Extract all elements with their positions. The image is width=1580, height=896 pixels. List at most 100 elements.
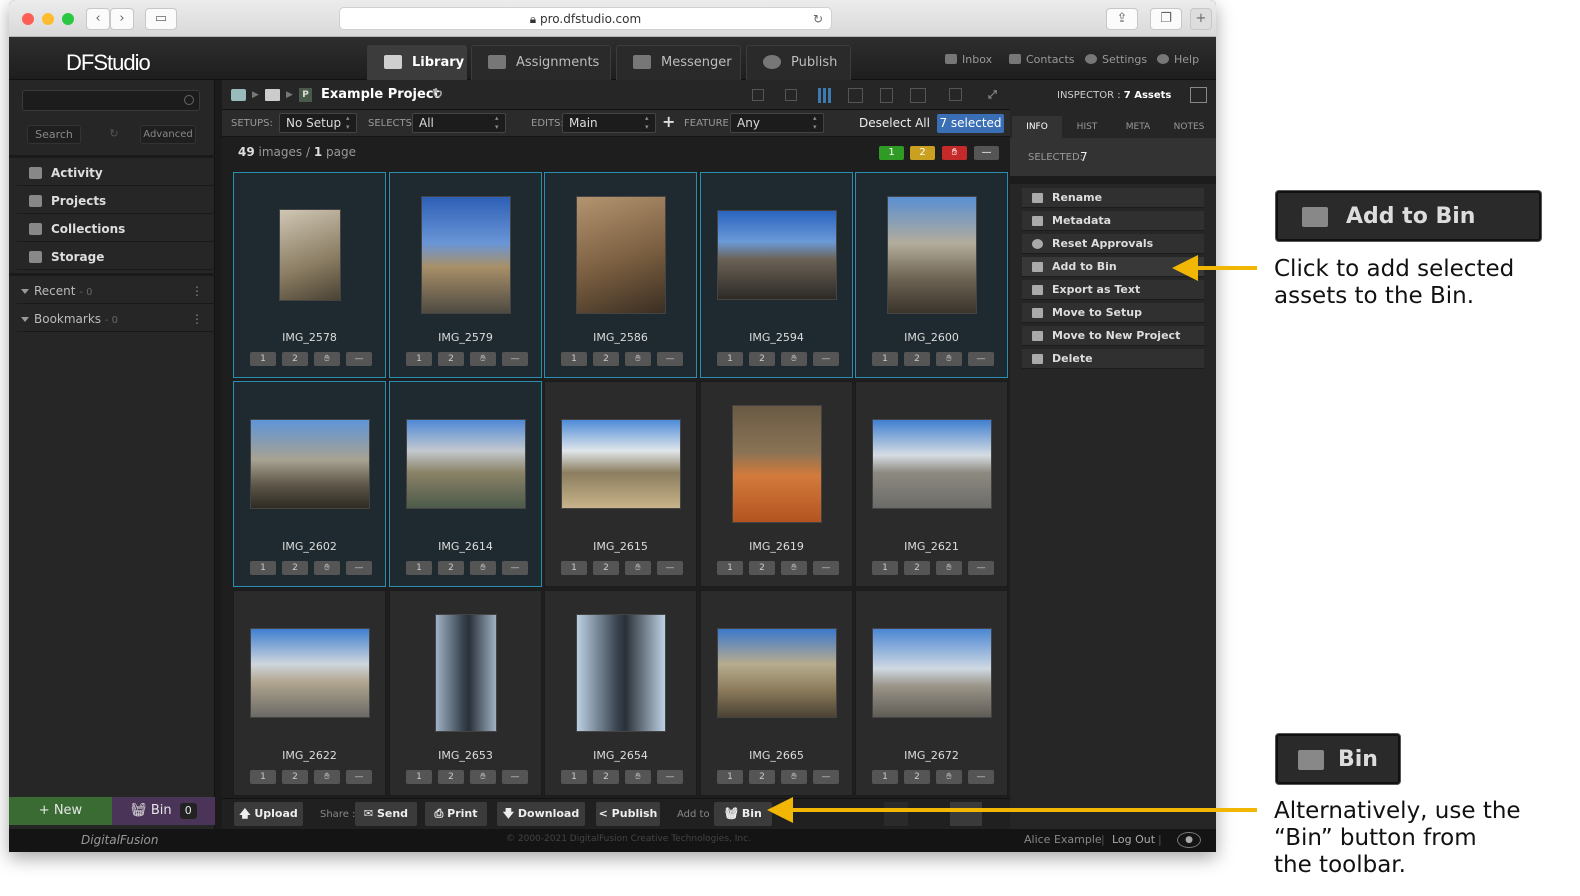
image-cell[interactable]: IMG_2579 1 2 ✋︎ —	[389, 172, 542, 378]
reject-icon[interactable]: ✋︎	[781, 770, 807, 784]
reset-icon[interactable]: ↻	[105, 125, 123, 144]
rename-action[interactable]: Rename	[1022, 188, 1204, 208]
user-name[interactable]: Alice Example	[1024, 833, 1102, 846]
image-cell[interactable]: IMG_2653 1 2 ✋︎ —	[389, 590, 542, 796]
image-cell[interactable]: IMG_2619 1 2 ✋︎ —	[700, 381, 853, 587]
detail-view-icon[interactable]	[785, 89, 797, 101]
large-grid-icon[interactable]	[848, 88, 863, 103]
folder-icon[interactable]	[265, 89, 280, 101]
edits-select[interactable]: Main	[562, 113, 656, 133]
download-button[interactable]: 🡇 Download	[497, 802, 585, 826]
image-thumbnail[interactable]	[716, 628, 837, 718]
sidebar-bin-button[interactable]: 🧺︎ Bin 0	[112, 797, 215, 825]
add-edit-icon[interactable]: +	[662, 112, 675, 131]
reject-icon[interactable]: ✋︎	[936, 770, 962, 784]
sidebar-item-storage[interactable]: Storage	[17, 244, 215, 270]
clear-rating-button[interactable]: —	[346, 561, 372, 575]
clear-rating-button[interactable]: —	[968, 352, 994, 366]
rating-1-button[interactable]: 1	[717, 770, 743, 784]
back-button[interactable]: ‹	[86, 8, 110, 30]
contacts-link[interactable]: Contacts	[1009, 53, 1075, 66]
zoom-window-button[interactable]	[62, 13, 74, 25]
rating-2-button[interactable]: 2	[593, 770, 619, 784]
rating-1-button[interactable]: 1	[717, 352, 743, 366]
print-button[interactable]: ⎙ Print	[425, 802, 487, 826]
rating-1-button[interactable]: 1	[561, 561, 587, 575]
reject-icon[interactable]: ✋︎	[625, 561, 651, 575]
rating-2-button[interactable]: 2	[904, 352, 930, 366]
filter-flag-2[interactable]: 2	[910, 146, 935, 160]
tab-assignments[interactable]: Assignments	[471, 45, 611, 80]
sidebar-item-projects[interactable]: Projects	[17, 188, 215, 214]
page-number-button[interactable]	[950, 802, 982, 826]
tab-notes[interactable]: NOTES	[1164, 116, 1214, 138]
share-icon[interactable]: ⇪	[1106, 8, 1138, 30]
rating-1-button[interactable]: 1	[717, 561, 743, 575]
clear-rating-button[interactable]: —	[502, 561, 528, 575]
export-as-text-action[interactable]: Export as Text	[1022, 280, 1204, 300]
image-thumbnail[interactable]	[575, 196, 666, 314]
image-cell[interactable]: IMG_2654 1 2 ✋︎ —	[544, 590, 697, 796]
single-view-icon[interactable]	[880, 88, 893, 103]
rating-2-button[interactable]: 2	[904, 770, 930, 784]
clear-rating-button[interactable]: —	[657, 770, 683, 784]
delete-action[interactable]: Delete	[1022, 349, 1204, 369]
collapse-panel-icon[interactable]	[1190, 87, 1207, 103]
tab-messenger[interactable]: Messenger	[616, 45, 741, 80]
tab-library[interactable]: Library	[367, 45, 467, 80]
tab-meta[interactable]: META	[1113, 116, 1163, 138]
image-cell[interactable]: IMG_2600 1 2 ✋︎ —	[855, 172, 1008, 378]
image-thumbnail[interactable]	[420, 196, 511, 314]
eye-icon[interactable]: ●	[1177, 832, 1201, 848]
new-button[interactable]: + New	[9, 797, 112, 825]
image-cell[interactable]: IMG_2578 1 2 ✋︎ —	[233, 172, 386, 378]
rating-1-button[interactable]: 1	[406, 770, 432, 784]
image-thumbnail[interactable]	[575, 614, 666, 732]
fullscreen-icon[interactable]: ⤢	[988, 80, 997, 110]
compare-view-icon[interactable]	[910, 88, 926, 103]
upload-button[interactable]: 🡅 Upload	[234, 802, 303, 826]
reject-icon[interactable]: ✋︎	[314, 561, 340, 575]
filmstrip-icon[interactable]	[949, 88, 962, 101]
feature-select[interactable]: Any	[730, 113, 824, 133]
rating-2-button[interactable]: 2	[282, 770, 308, 784]
refresh-icon[interactable]: ↻	[432, 80, 443, 110]
image-thumbnail[interactable]	[249, 419, 370, 509]
reject-icon[interactable]: ✋︎	[781, 352, 807, 366]
reject-icon[interactable]: ✋︎	[470, 561, 496, 575]
clear-rating-button[interactable]: —	[502, 770, 528, 784]
clear-rating-button[interactable]: —	[657, 352, 683, 366]
image-cell[interactable]: IMG_2665 1 2 ✋︎ —	[700, 590, 853, 796]
reject-icon[interactable]: ✋︎	[470, 352, 496, 366]
help-link[interactable]: Help	[1157, 53, 1199, 66]
settings-link[interactable]: Settings	[1085, 53, 1147, 66]
rating-2-button[interactable]: 2	[904, 561, 930, 575]
image-thumbnail[interactable]	[886, 196, 977, 314]
library-icon[interactable]	[231, 89, 246, 101]
sidebar-item-activity[interactable]: Activity	[17, 160, 215, 186]
rating-1-button[interactable]: 1	[872, 770, 898, 784]
inbox-link[interactable]: Inbox	[945, 53, 992, 66]
search-button[interactable]: Search	[27, 125, 81, 144]
clear-rating-button[interactable]: —	[346, 770, 372, 784]
clear-rating-button[interactable]: —	[657, 561, 683, 575]
metadata-action[interactable]: Metadata	[1022, 211, 1204, 231]
tab-info[interactable]: INFO	[1012, 116, 1062, 138]
clear-rating-button[interactable]: —	[502, 352, 528, 366]
image-thumbnail[interactable]	[560, 419, 681, 509]
image-thumbnail[interactable]	[716, 210, 837, 300]
list-view-icon[interactable]	[752, 89, 764, 101]
reject-icon[interactable]: ✋︎	[470, 770, 496, 784]
image-cell[interactable]: IMG_2672 1 2 ✋︎ —	[855, 590, 1008, 796]
rating-2-button[interactable]: 2	[282, 352, 308, 366]
image-cell[interactable]: IMG_2594 1 2 ✋︎ —	[700, 172, 853, 378]
reject-icon[interactable]: ✋︎	[625, 770, 651, 784]
reject-icon[interactable]: ✋︎	[781, 561, 807, 575]
filter-flag-1[interactable]: 1	[879, 146, 904, 160]
clear-rating-button[interactable]: —	[968, 770, 994, 784]
more-icon[interactable]: ⋮	[191, 278, 203, 304]
deselect-all-button[interactable]: Deselect All	[859, 116, 930, 130]
rating-2-button[interactable]: 2	[438, 352, 464, 366]
rating-1-button[interactable]: 1	[406, 352, 432, 366]
image-thumbnail[interactable]	[871, 628, 992, 718]
